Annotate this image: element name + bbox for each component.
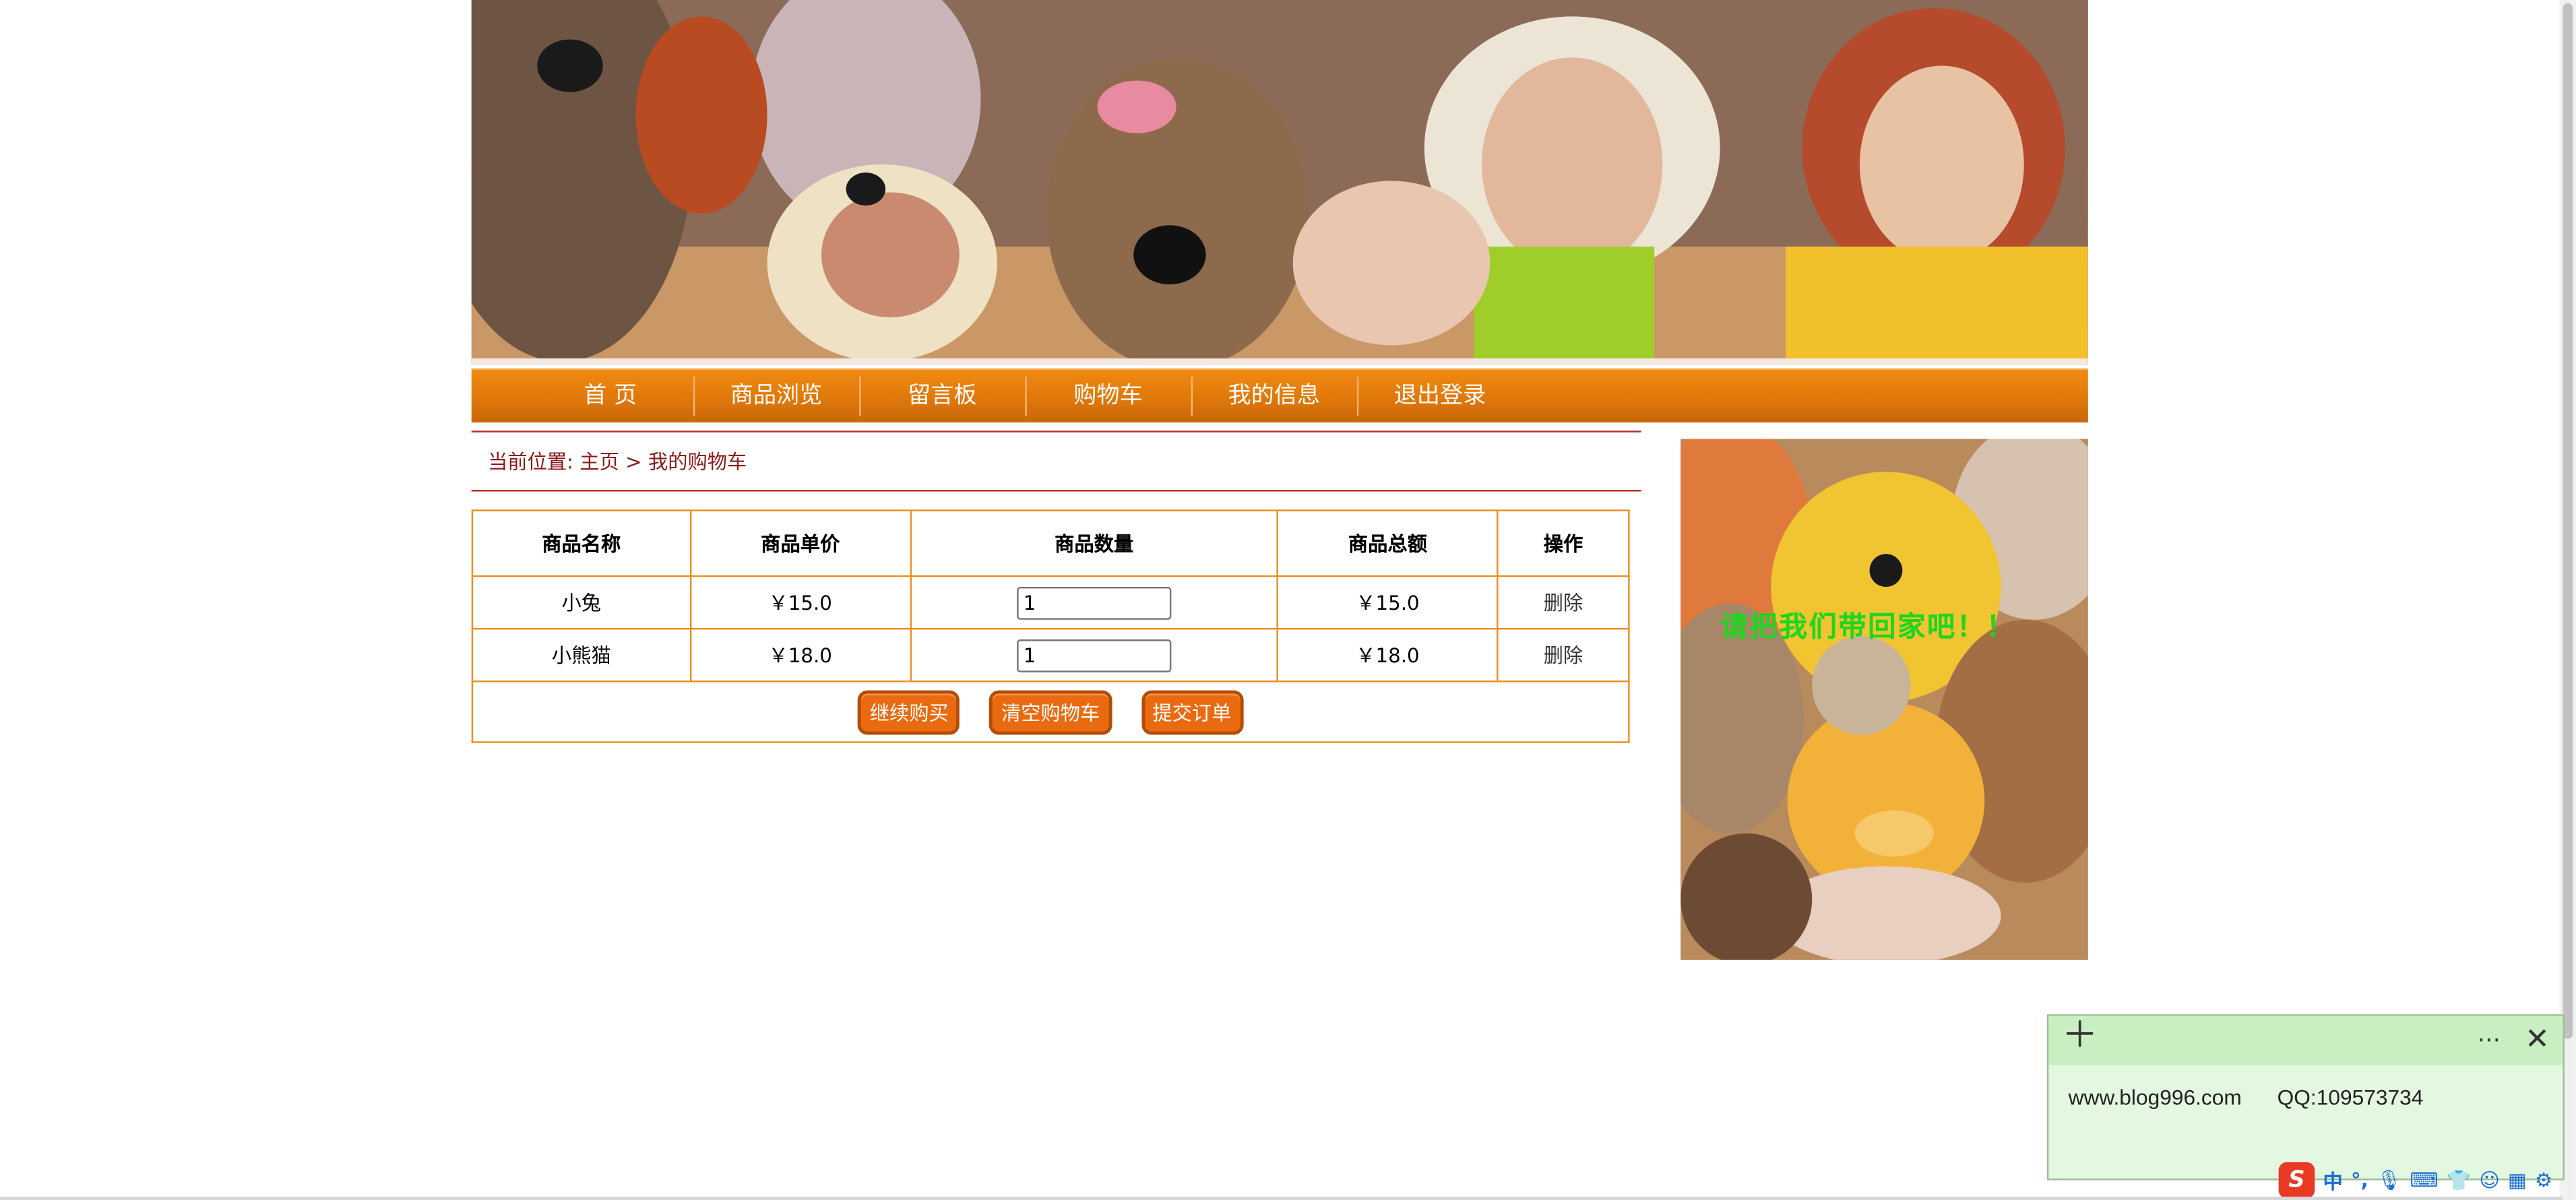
more-icon[interactable]: ⋯ [2478,1022,2501,1059]
col-header-quantity: 商品数量 [909,509,1279,577]
item-name: 小兔 [471,575,691,630]
breadcrumb-prefix: 当前位置: [488,450,580,474]
taskbar-divider [0,1197,2563,1200]
skin-icon[interactable]: 👕 [2447,1169,2471,1192]
quantity-input[interactable] [1016,638,1172,672]
side-ad-image: 请把我们带回家吧！！ [1680,439,2088,960]
sticky-note: ＋ ⋯ ✕ www.blog996.com QQ:109573734 [2046,1014,2565,1180]
cart-actions-row: 继续购买 清空购物车 提交订单 [471,681,1630,743]
nav-shopping-cart[interactable]: 购物车 [1025,369,1191,424]
cart-actions-cell: 继续购买 清空购物车 提交订单 [471,681,1630,743]
delete-link[interactable]: 删除 [1544,592,1583,614]
cart-row: 小兔 ￥15.0 ￥15.0 删除 [471,575,1630,630]
item-quantity-cell [909,627,1279,683]
col-header-total: 商品总额 [1277,509,1499,577]
item-price: ￥15.0 [689,575,912,630]
marquee-text: 请把我们带回家吧！！ [1720,611,2016,645]
keyboard-icon[interactable]: ⌨ [2410,1169,2438,1192]
ime-toolbar: S 中 °, 🎙 ⌨ 👕 ☺ ▦ ⚙ [2278,1160,2576,1200]
breadcrumb-divider-top [471,431,1641,433]
clear-cart-button[interactable]: 清空购物车 [989,689,1112,734]
microphone-icon[interactable]: 🎙 [2377,1169,2401,1192]
sogou-logo-icon[interactable]: S [2278,1162,2315,1199]
continue-shopping-button[interactable]: 继续购买 [858,689,961,734]
col-header-price: 商品单价 [689,509,912,577]
sticky-note-text[interactable]: www.blog996.com QQ:109573734 [2048,1065,2563,1129]
nav-message-board[interactable]: 留言板 [859,369,1025,424]
item-total: ￥18.0 [1277,627,1499,683]
ime-language-toggle[interactable]: 中 [2323,1166,2342,1194]
close-icon[interactable]: ✕ [2525,1022,2550,1059]
breadcrumb-current: 我的购物车 [648,450,747,474]
toolbox-icon[interactable]: ▦ [2508,1169,2527,1192]
cart-row: 小熊猫 ￥18.0 ￥18.0 删除 [471,627,1630,683]
emoji-icon[interactable]: ☺ [2479,1169,2500,1192]
plush-toys-image [1680,439,2088,960]
delete-link[interactable]: 删除 [1544,644,1583,667]
settings-icon[interactable]: ⚙ [2535,1169,2552,1192]
quantity-input[interactable] [1016,586,1172,619]
breadcrumb-separator: > [619,450,648,474]
item-total: ￥15.0 [1277,575,1499,630]
ime-punctuation-toggle[interactable]: °, [2351,1169,2368,1192]
item-name: 小熊猫 [471,627,691,683]
item-action-cell: 删除 [1497,575,1630,630]
main-nav: 首 页 商品浏览 留言板 购物车 我的信息 退出登录 [471,368,2088,424]
breadcrumb: 当前位置: 主页 > 我的购物车 [488,447,747,475]
cart-table: 商品名称 商品单价 商品数量 商品总额 操作 小兔 ￥15.0 ￥15.0 删除… [471,509,1630,743]
submit-order-button[interactable]: 提交订单 [1141,689,1243,734]
col-header-action: 操作 [1497,509,1630,577]
scrollbar-thumb[interactable] [2563,3,2573,1039]
nav-home[interactable]: 首 页 [528,369,693,424]
nav-browse-products[interactable]: 商品浏览 [693,369,859,424]
browser-viewport: 首 页 商品浏览 留言板 购物车 我的信息 退出登录 当前位置: 主页 > 我的… [0,0,2576,1200]
cart-header-row: 商品名称 商品单价 商品数量 商品总额 操作 [471,509,1630,577]
item-price: ￥18.0 [689,627,912,683]
item-quantity-cell [909,575,1279,630]
header-banner [471,0,2088,365]
nav-my-info[interactable]: 我的信息 [1191,369,1357,424]
item-action-cell: 删除 [1497,627,1630,683]
breadcrumb-divider-bottom [471,490,1641,492]
nav-logout[interactable]: 退出登录 [1356,369,1523,424]
plus-icon[interactable]: ＋ [2062,1018,2098,1056]
col-header-name: 商品名称 [471,509,691,577]
banner-toys-image [471,0,2088,365]
breadcrumb-home-link[interactable]: 主页 [579,450,619,473]
sticky-note-titlebar: ＋ ⋯ ✕ [2048,1015,2563,1065]
